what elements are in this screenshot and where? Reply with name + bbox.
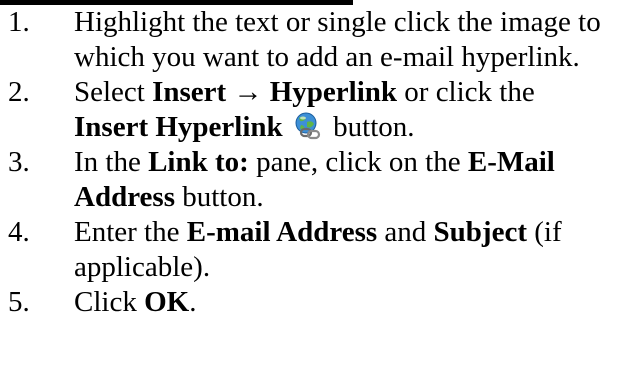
button-name: Insert Hyperlink [74,111,283,143]
arrow: → [233,76,263,108]
step-text: Highlight the text or single click the i… [74,6,601,73]
step-text: Select Insert → Hyperlink or click the In… [74,75,641,145]
text-run: button. [325,111,415,143]
step-text: Click OK. [74,285,641,320]
step-number: 4. [8,216,30,248]
text-run: pane, click on the [248,146,468,178]
text-run: and [377,216,434,248]
step-1: 1. Highlight the text or single click th… [0,5,641,75]
step-number: 3. [8,146,30,178]
step-number: 2. [8,76,30,108]
ok-button-name: OK [144,286,190,318]
step-2: 2. Select Insert → Hyperlink or click th… [0,75,641,145]
insert-hyperlink-globe-icon [293,112,323,140]
instruction-steps: 1. Highlight the text or single click th… [0,5,641,320]
text-run: Enter the [74,216,187,248]
email-address-field-name: E-mail Address [186,216,378,248]
step-4: 4. Enter the E-mail Address and Subject … [0,215,641,285]
text-run: or click the [397,76,535,108]
step-5: 5. Click OK. [0,285,641,320]
step-number: 1. [8,6,30,38]
step-text: Enter the E-mail Address and Subject (if… [74,215,641,285]
step-text: In the Link to: pane, click on the E-Mai… [74,145,641,215]
text-run: Click [74,286,145,318]
text-run: Select [74,76,153,108]
link-to-pane: Link to: [148,146,249,178]
menu-insert: Insert [152,76,227,108]
subject-field-name: Subject [433,216,527,248]
menu-hyperlink: Hyperlink [269,76,398,108]
text-run: button. [175,181,264,213]
step-3: 3. In the Link to: pane, click on the E-… [0,145,641,215]
text-run: . [189,286,197,318]
step-number: 5. [8,286,30,318]
text-run: In the [74,146,149,178]
